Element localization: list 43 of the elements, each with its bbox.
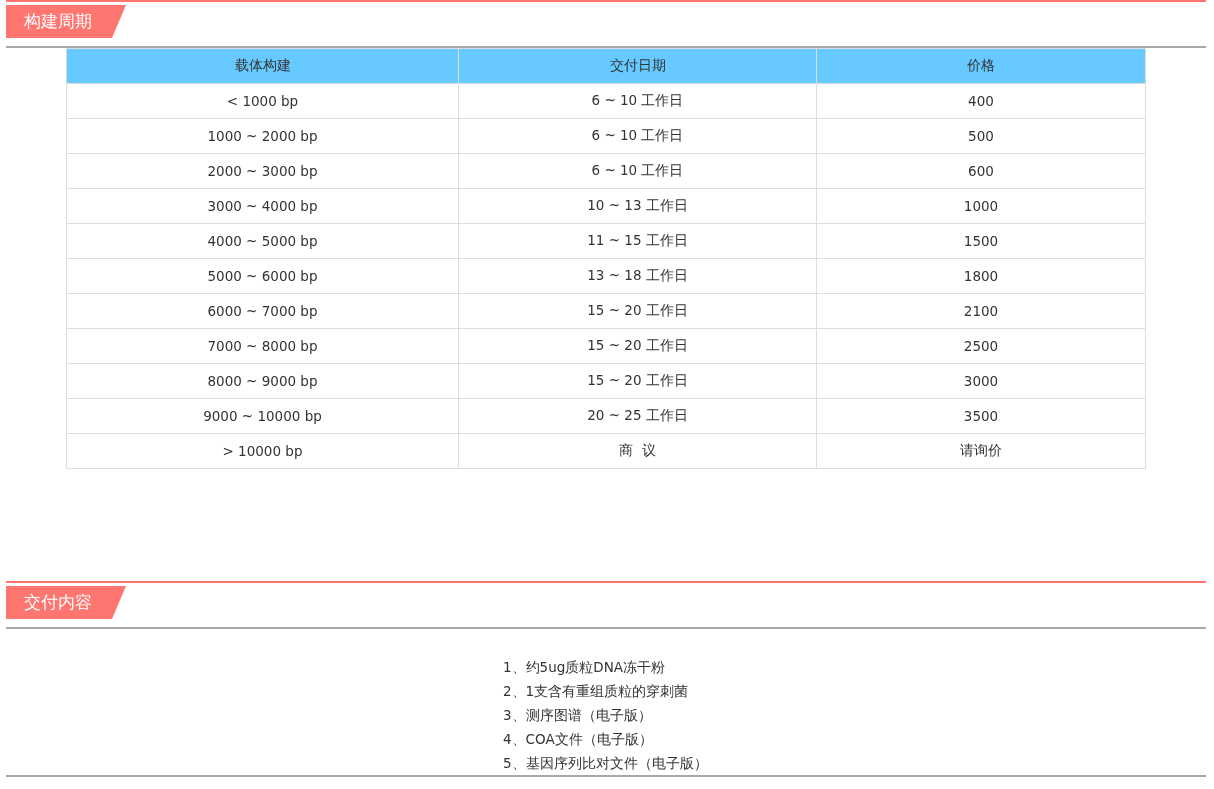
list-item: 4、COA文件（电子版） — [503, 730, 654, 749]
table-cell: 2100 — [816, 293, 1146, 329]
list-item: 1、约5ug质粒DNA冻干粉 — [503, 658, 667, 677]
table-cell: 7000 ~ 8000 bp — [66, 328, 459, 364]
table-cell: 13 ~ 18 工作日 — [458, 258, 817, 294]
table-cell: 4000 ~ 5000 bp — [66, 223, 459, 259]
table-cell: 500 — [816, 118, 1146, 154]
column-header: 价格 — [816, 48, 1146, 84]
table-cell: 9000 ~ 10000 bp — [66, 398, 459, 434]
table-cell: 5000 ~ 6000 bp — [66, 258, 459, 294]
table-cell: > 10000 bp — [66, 433, 459, 469]
table-cell: 请询价 — [816, 433, 1146, 469]
table-cell: 8000 ~ 9000 bp — [66, 363, 459, 399]
table-cell: 10 ~ 13 工作日 — [458, 188, 817, 224]
table-cell: 3500 — [816, 398, 1146, 434]
list-item: 5、基因序列比对文件（电子版） — [503, 754, 709, 773]
table-cell: 1000 ~ 2000 bp — [66, 118, 459, 154]
table-cell: 1800 — [816, 258, 1146, 294]
table-cell: 2000 ~ 3000 bp — [66, 153, 459, 189]
table-cell: 3000 — [816, 363, 1146, 399]
table-cell: 2500 — [816, 328, 1146, 364]
table-cell: 20 ~ 25 工作日 — [458, 398, 817, 434]
table-cell: 3000 ~ 4000 bp — [66, 188, 459, 224]
table-cell: 商 议 — [458, 433, 817, 469]
table-cell: 600 — [816, 153, 1146, 189]
table-cell: 1000 — [816, 188, 1146, 224]
table-cell: 15 ~ 20 工作日 — [458, 363, 817, 399]
section-title: 交付内容 — [6, 586, 126, 619]
table-cell: 6000 ~ 7000 bp — [66, 293, 459, 329]
table-cell: 11 ~ 15 工作日 — [458, 223, 817, 259]
table-cell: 15 ~ 20 工作日 — [458, 293, 817, 329]
table-cell: 400 — [816, 83, 1146, 119]
list-item: 3、测序图谱（电子版） — [503, 706, 653, 725]
list-item: 2、1支含有重组质粒的穿刺菌 — [503, 682, 690, 701]
table-cell: 6 ~ 10 工作日 — [458, 83, 817, 119]
column-header: 载体构建 — [66, 48, 459, 84]
table-cell: 15 ~ 20 工作日 — [458, 328, 817, 364]
table-cell: 6 ~ 10 工作日 — [458, 118, 817, 154]
table-cell: < 1000 bp — [66, 83, 459, 119]
column-header: 交付日期 — [458, 48, 817, 84]
table-cell: 1500 — [816, 223, 1146, 259]
table-cell: 6 ~ 10 工作日 — [458, 153, 817, 189]
section-title: 构建周期 — [6, 5, 126, 38]
